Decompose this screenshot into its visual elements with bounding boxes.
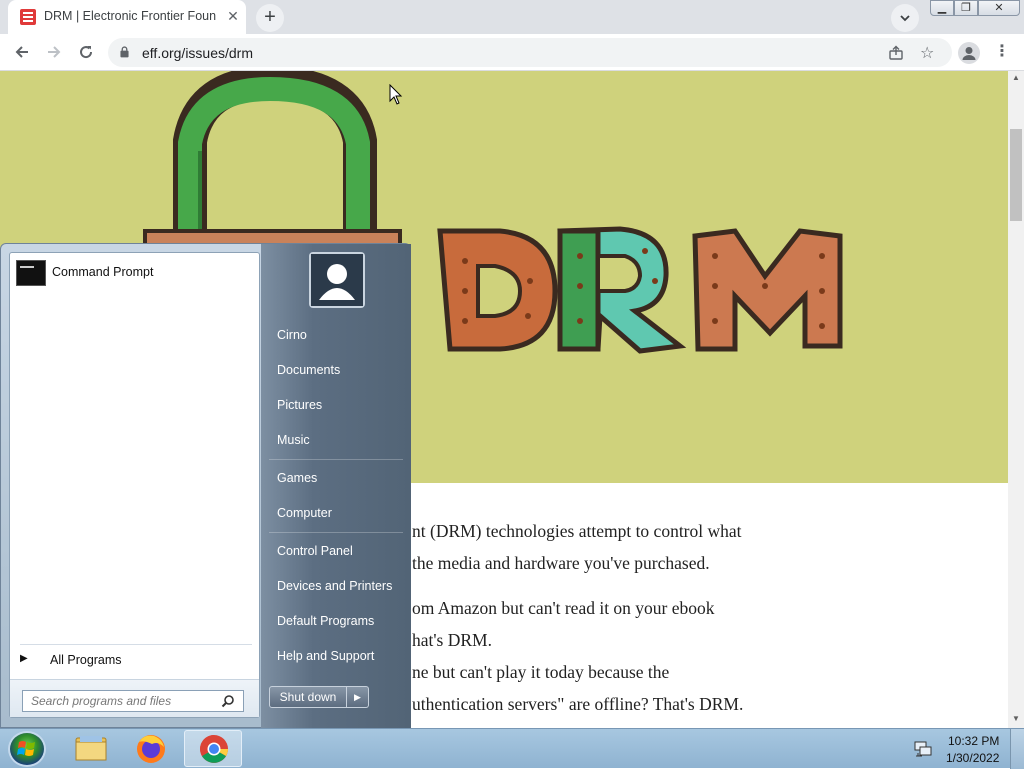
page-scrollbar[interactable]: ▲ ▼ <box>1008 71 1024 728</box>
start-link-documents[interactable]: Documents <box>277 363 340 377</box>
all-programs-button[interactable]: All Programs <box>50 653 122 667</box>
lock-icon[interactable] <box>120 46 129 58</box>
forward-button[interactable] <box>40 38 68 66</box>
search-icon[interactable] <box>221 694 235 708</box>
browser-tab[interactable]: DRM | Electronic Frontier Foundation ✕ <box>8 0 246 34</box>
command-prompt-icon <box>16 260 46 286</box>
user-silhouette-icon <box>311 254 363 306</box>
start-link-control-panel[interactable]: Control Panel <box>277 544 353 558</box>
start-link-help-support[interactable]: Help and Support <box>277 649 374 663</box>
body-paragraph-line: om Amazon but can't read it on your eboo… <box>412 598 715 618</box>
network-icon[interactable] <box>914 741 932 757</box>
body-paragraph-line: nt (DRM) technologies attempt to control… <box>412 521 742 541</box>
start-link-user[interactable]: Cirno <box>277 328 307 342</box>
divider <box>20 644 252 645</box>
tab-close-icon[interactable]: ✕ <box>224 7 242 25</box>
clock-time[interactable]: 10:32 PM <box>948 734 999 748</box>
reload-icon <box>80 46 93 59</box>
url-text[interactable]: eff.org/issues/drm <box>142 45 253 61</box>
minimize-button[interactable]: ▁ <box>930 0 954 16</box>
start-link-games[interactable]: Games <box>277 471 317 485</box>
start-link-computer[interactable]: Computer <box>277 506 332 520</box>
tab-strip: DRM | Electronic Frontier Foundation ✕ +… <box>0 0 1024 34</box>
scrollbar-thumb[interactable] <box>1010 129 1022 221</box>
taskbar-chrome[interactable] <box>184 730 242 767</box>
tab-title: DRM | Electronic Frontier Foundation <box>44 9 216 23</box>
search-input[interactable]: Search programs and files <box>22 690 244 712</box>
scroll-down-arrow-icon[interactable]: ▼ <box>1012 714 1020 723</box>
profile-avatar-icon[interactable] <box>958 42 980 64</box>
body-paragraph-line: ne but can't play it today because the <box>412 662 670 682</box>
mouse-cursor-icon <box>389 84 403 105</box>
new-tab-button[interactable]: + <box>256 4 284 32</box>
windows-start-button[interactable] <box>8 731 46 767</box>
start-link-music[interactable]: Music <box>277 433 310 447</box>
program-label: Command Prompt <box>52 265 154 279</box>
arrow-left-icon <box>15 46 28 58</box>
taskbar: 10:32 PM 1/30/2022 <box>0 728 1024 769</box>
reload-button[interactable] <box>72 38 100 66</box>
windows-logo-icon <box>17 741 35 756</box>
clock-date[interactable]: 1/30/2022 <box>946 751 999 765</box>
user-avatar[interactable] <box>309 252 365 308</box>
browser-toolbar: eff.org/issues/drm ☆ ⋮ <box>0 34 1024 71</box>
start-menu: Command Prompt ▶ All Programs Search pro… <box>0 243 411 729</box>
search-placeholder: Search programs and files <box>31 694 172 708</box>
share-icon[interactable] <box>888 45 904 61</box>
show-desktop-button[interactable] <box>1010 729 1024 769</box>
triangle-right-icon: ▶ <box>20 653 28 664</box>
chrome-icon <box>200 735 228 763</box>
body-paragraph-line: the media and hardware you've purchased. <box>412 553 710 573</box>
address-bar[interactable]: eff.org/issues/drm ☆ <box>108 38 952 67</box>
shutdown-button[interactable]: Shut down <box>269 686 347 708</box>
taskbar-firefox[interactable] <box>122 730 180 767</box>
kebab-menu-icon[interactable]: ⋮ <box>994 42 1010 64</box>
folder-icon <box>75 736 107 761</box>
eff-favicon-icon <box>20 9 36 25</box>
firefox-icon <box>137 735 165 763</box>
back-button[interactable] <box>8 38 36 66</box>
close-window-button[interactable]: ✕ <box>978 0 1020 16</box>
tab-search-button[interactable] <box>891 4 919 32</box>
restore-button[interactable]: ❐ <box>954 0 978 16</box>
start-link-devices-printers[interactable]: Devices and Printers <box>277 579 392 593</box>
chevron-down-icon <box>900 15 910 22</box>
start-menu-programs-pane: Command Prompt ▶ All Programs Search pro… <box>9 252 260 718</box>
arrow-right-icon <box>48 46 61 58</box>
close-icon: ✕ <box>994 2 1004 14</box>
taskbar-windows-explorer[interactable] <box>62 730 120 767</box>
body-paragraph-line: uthentication servers" are offline? That… <box>412 694 744 714</box>
scroll-up-arrow-icon[interactable]: ▲ <box>1012 73 1020 82</box>
bookmark-star-icon[interactable]: ☆ <box>920 43 934 63</box>
shutdown-options-arrow-icon[interactable]: ▶ <box>347 686 369 708</box>
search-area: Search programs and files <box>10 679 259 717</box>
start-link-default-programs[interactable]: Default Programs <box>277 614 374 628</box>
restore-icon: ❐ <box>961 2 971 14</box>
start-link-pictures[interactable]: Pictures <box>277 398 322 412</box>
divider <box>269 459 403 460</box>
start-menu-places-pane: Cirno Documents Pictures Music Games Com… <box>261 244 411 729</box>
body-paragraph-line: hat's DRM. <box>412 630 492 650</box>
minimize-icon: ▁ <box>937 2 947 14</box>
program-item-command-prompt[interactable]: Command Prompt <box>14 257 254 289</box>
divider <box>269 532 403 533</box>
